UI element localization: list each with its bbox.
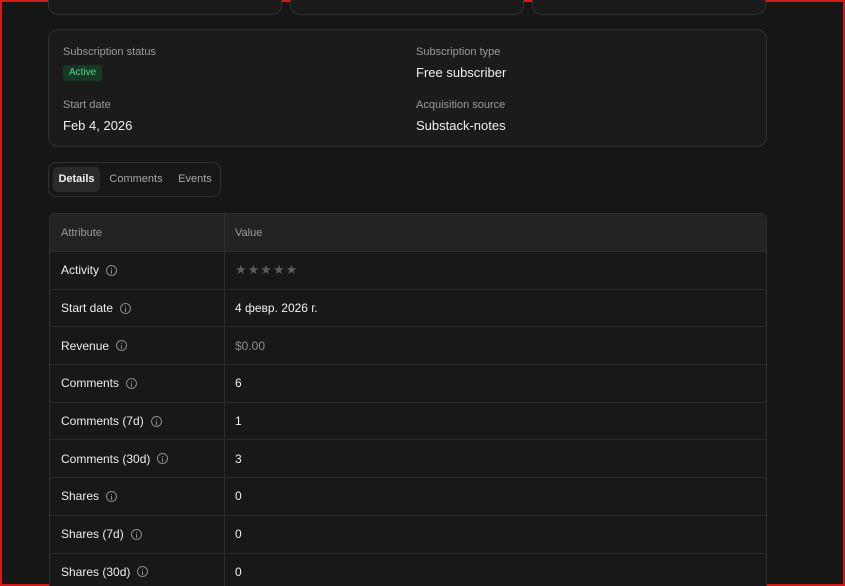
table-row: Start date 4 февр. 2026 г. [50, 289, 766, 328]
value-cell: 3 [225, 440, 766, 477]
value-text: 3 [235, 451, 242, 466]
detail-tabs: Details Comments Events [48, 162, 221, 197]
info-icon[interactable] [137, 566, 149, 578]
status-badge: Active [63, 65, 103, 81]
tab-details[interactable]: Details [53, 167, 100, 192]
table-row: Comments 6 [50, 365, 766, 403]
attribute-cell: Activity [50, 252, 225, 289]
acquisition-source-value: Substack-notes [416, 118, 506, 133]
attribute-label: Comments (30d) [61, 451, 151, 466]
value-text: 0 [235, 564, 242, 579]
attribute-cell: Shares (7d) [50, 515, 225, 553]
attribute-label: Shares (7d) [61, 527, 124, 542]
attribute-label: Revenue [61, 338, 110, 353]
value-column-header: Value [235, 226, 263, 239]
table-row: Comments (7d) 1 [50, 402, 766, 441]
attribute-label: Activity [61, 263, 100, 278]
attribute-cell: Shares [50, 478, 225, 515]
value-cell: ★★★★★ [225, 252, 766, 289]
info-icon[interactable] [126, 377, 138, 389]
subscription-type-label: Subscription type [416, 46, 501, 58]
value-cell: 1 [225, 403, 766, 440]
info-icon[interactable] [106, 264, 118, 276]
stat-card-3 [532, 0, 766, 15]
attribute-cell: Comments (7d) [50, 402, 225, 440]
value-cell: 0 [225, 478, 766, 515]
attribute-column-header: Attribute [50, 214, 225, 251]
attribute-cell: Comments [50, 365, 225, 402]
value-cell: $0.00 [225, 327, 766, 364]
subscription-status-label: Subscription status [63, 46, 156, 58]
value-text: 0 [235, 489, 242, 504]
stat-card-1 [48, 0, 282, 15]
info-icon[interactable] [120, 302, 132, 314]
value-text: 1 [235, 414, 242, 429]
table-row: Activity ★★★★★ [50, 252, 766, 290]
value-text: $0.00 [235, 338, 266, 353]
stat-card-2 [290, 0, 524, 15]
tab-comments[interactable]: Comments [104, 167, 168, 192]
attribute-label: Shares (30d) [61, 564, 131, 579]
start-date-label: Start date [63, 99, 111, 111]
info-icon[interactable] [150, 415, 162, 427]
subscription-type-value: Free subscriber [416, 65, 507, 80]
attribute-cell: Comments (30d) [50, 440, 225, 478]
table-row: Shares (7d) 0 [50, 515, 766, 554]
attributes-table: Attribute Value Activity ★★★★★ Start date 4… [49, 213, 767, 586]
value-cell: 4 февр. 2026 г. [225, 290, 766, 327]
info-icon[interactable] [116, 340, 128, 352]
info-icon[interactable] [157, 453, 169, 465]
subscription-type-field: Subscription type Free subscriber [416, 45, 506, 81]
acquisition-source-label: Acquisition source [416, 99, 506, 111]
subscription-status-field: Subscription status Active [63, 45, 156, 81]
attribute-label: Comments (7d) [61, 414, 144, 429]
attribute-label: Start date [61, 301, 114, 316]
value-cell: 0 [225, 516, 766, 553]
start-date-field: Start date Feb 4, 2026 [63, 98, 132, 134]
value-text: 4 февр. 2026 г. [235, 301, 318, 316]
value-cell: 0 [225, 554, 766, 586]
table-row: Comments (30d) 3 [50, 440, 766, 479]
attribute-label: Shares [61, 489, 100, 504]
table-row: Shares 0 [50, 478, 766, 516]
acquisition-source-field: Acquisition source Substack-notes [416, 98, 506, 134]
attribute-cell: Revenue [50, 327, 225, 365]
table-header-row: Attribute Value [50, 214, 766, 252]
table-row: Revenue $0.00 [50, 327, 766, 366]
activity-stars: ★★★★★ [235, 262, 299, 278]
start-date-value: Feb 4, 2026 [63, 118, 133, 133]
info-icon[interactable] [106, 490, 118, 502]
table-row: Shares (30d) 0 [50, 553, 766, 586]
attribute-cell: Shares (30d) [50, 553, 225, 586]
tab-events[interactable]: Events [172, 167, 218, 192]
attribute-cell: Start date [50, 289, 225, 327]
value-cell: 6 [225, 365, 766, 402]
attribute-label: Comments [61, 376, 120, 391]
top-stat-cards [48, 0, 768, 15]
subscription-summary-card: Subscription status Active Subscription … [48, 29, 767, 147]
value-text: 0 [235, 527, 242, 542]
value-text: 6 [235, 376, 242, 391]
info-icon[interactable] [130, 528, 142, 540]
